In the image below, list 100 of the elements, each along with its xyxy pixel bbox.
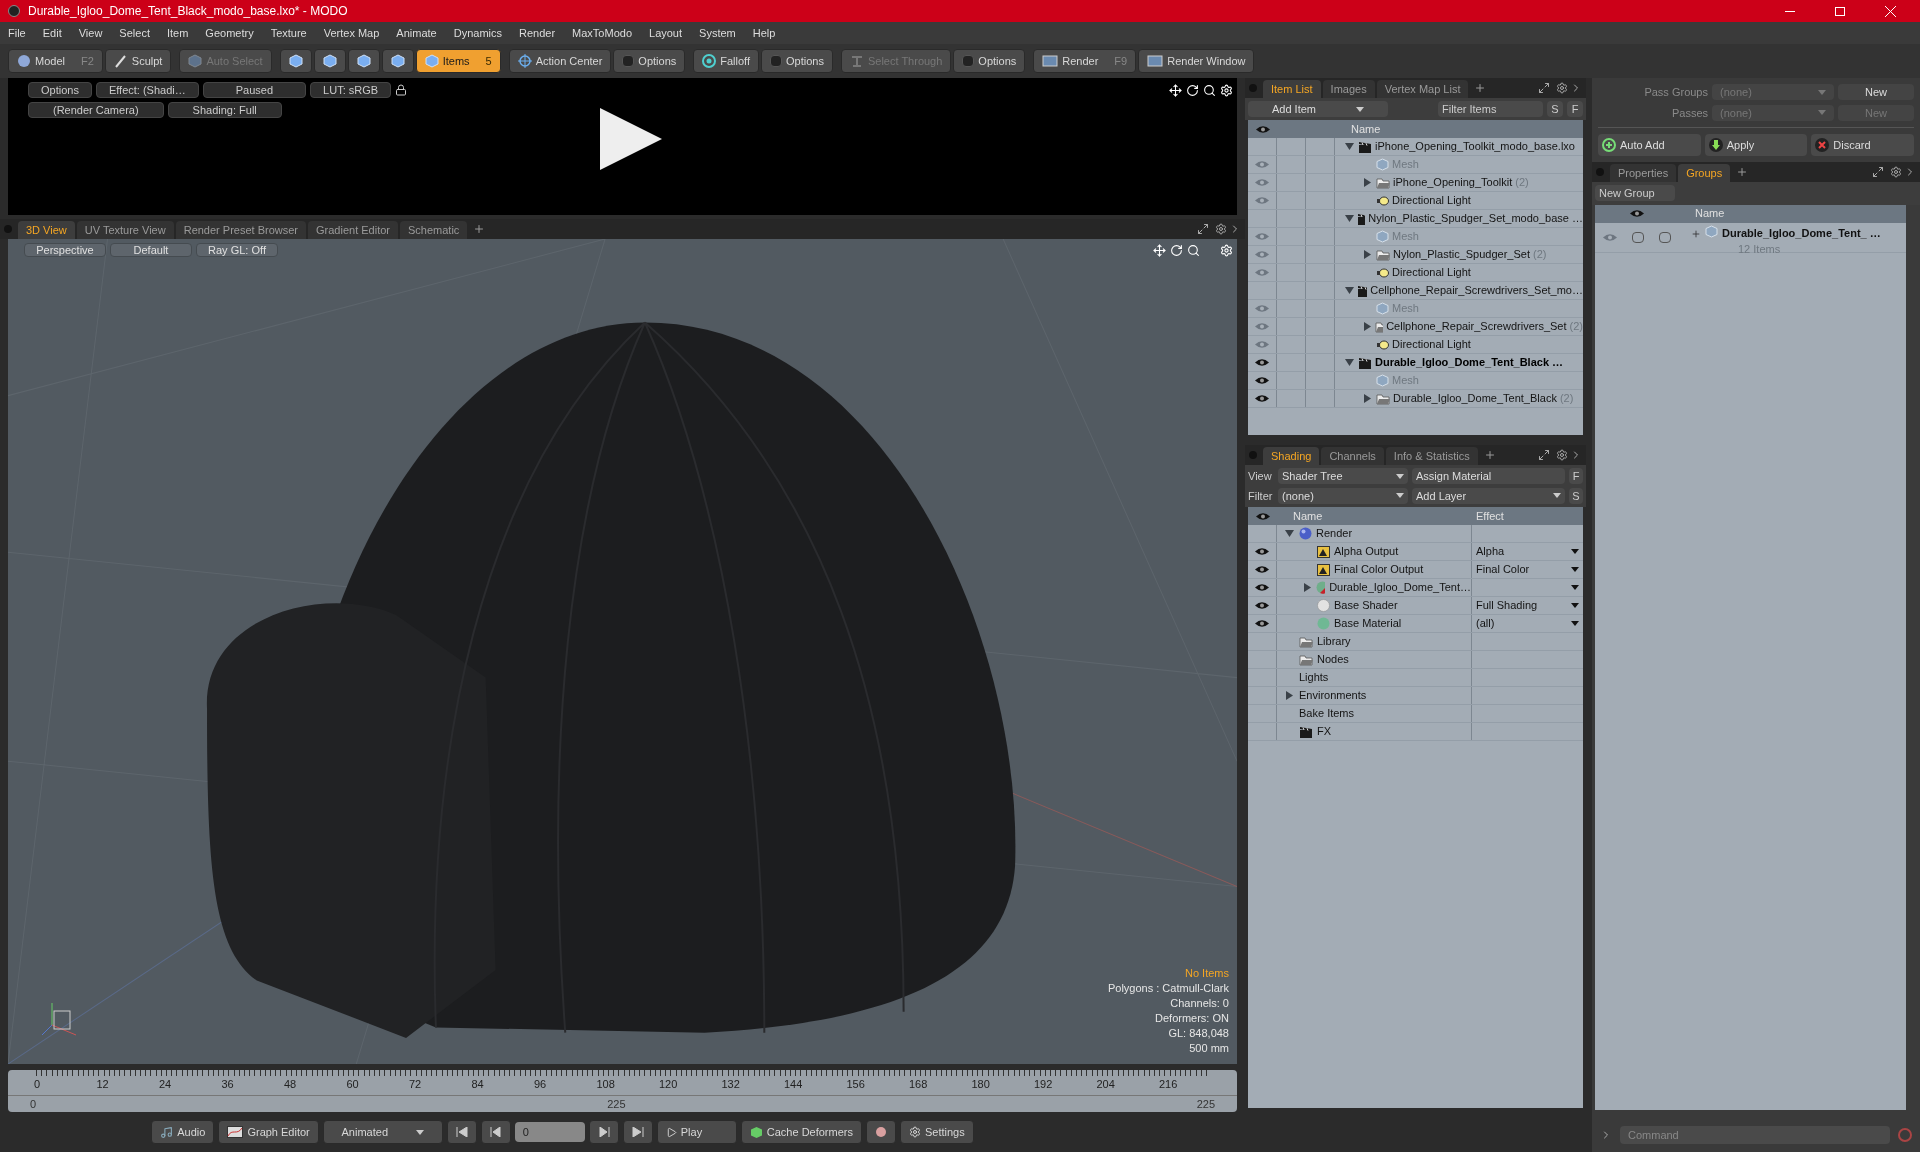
play-button[interactable]: Play <box>656 1120 737 1144</box>
layer-name[interactable]: Nodes <box>1317 651 1349 668</box>
new-button[interactable]: New <box>1838 84 1914 101</box>
eye-icon[interactable] <box>1255 565 1269 574</box>
add-tab-icon[interactable] <box>473 223 486 235</box>
eye-icon[interactable] <box>1255 547 1269 556</box>
skip-start-button[interactable] <box>446 1120 477 1144</box>
collapse-triangle-icon[interactable] <box>1345 358 1354 367</box>
item-name[interactable]: Nylon_Plastic_Spudger_Set_modo_base … <box>1368 210 1583 227</box>
add-tab-icon[interactable] <box>1736 166 1749 178</box>
column-header[interactable]: Name <box>1335 120 1381 138</box>
menu-item[interactable]: View <box>78 24 103 42</box>
group-name[interactable]: Durable_Igloo_Dome_Tent_ … <box>1722 224 1881 241</box>
menu-item[interactable]: Help <box>752 24 776 42</box>
toolbar-button[interactable]: Options <box>953 49 1026 73</box>
menu-item[interactable]: Geometry <box>205 24 254 42</box>
view-dropdown[interactable]: Shader Tree <box>1278 468 1408 485</box>
layer-name[interactable]: Final Color Output <box>1334 561 1424 578</box>
menu-item[interactable]: Vertex Map <box>323 24 380 42</box>
toolbar-button[interactable]: Options <box>613 49 686 73</box>
panel-tab[interactable]: Vertex Map List <box>1376 80 1469 98</box>
dropdown-arrow-icon[interactable] <box>1571 549 1579 554</box>
preview-button[interactable]: LUT: sRGB <box>310 82 392 98</box>
collapse-triangle-icon[interactable] <box>1285 529 1294 538</box>
expand-triangle-icon[interactable] <box>1363 394 1372 403</box>
filter-field[interactable]: Filter Items <box>1438 101 1543 117</box>
toolbar-button[interactable]: Items 5 <box>415 49 501 73</box>
toolbar-button[interactable]: Falloff <box>693 49 760 73</box>
eye-icon[interactable] <box>1255 358 1269 367</box>
maximize-icon[interactable] <box>1872 166 1884 178</box>
toolbar-button[interactable] <box>313 49 346 73</box>
viewport-button[interactable]: Default <box>110 243 192 257</box>
search-icon[interactable] <box>1187 243 1200 257</box>
layer-name[interactable]: Durable_Igloo_Dome_Tent… <box>1329 579 1471 596</box>
dropdown-arrow-icon[interactable] <box>1571 621 1579 626</box>
column-header[interactable]: Effect <box>1472 507 1504 525</box>
restore-icon[interactable] <box>1835 6 1845 16</box>
lock-icon[interactable] <box>395 84 408 96</box>
panel-tab[interactable]: Item List <box>1263 80 1321 98</box>
layer-name[interactable]: Bake Items <box>1299 705 1355 722</box>
checkbox[interactable] <box>1659 231 1672 243</box>
layer-name[interactable]: Library <box>1317 633 1351 650</box>
eye-icon[interactable] <box>1255 619 1269 628</box>
toggle-button[interactable]: F <box>1569 468 1583 485</box>
menu-item[interactable]: System <box>699 24 736 42</box>
panel-tab[interactable]: Channels <box>1321 447 1384 465</box>
cache-deformers-button[interactable]: Cache Deformers <box>740 1120 862 1144</box>
eye-icon[interactable] <box>1255 394 1269 403</box>
minimize-icon[interactable] <box>1785 10 1795 12</box>
panel-tab[interactable]: UV Texture View <box>76 221 174 239</box>
panel-tab[interactable]: Properties <box>1610 164 1677 182</box>
eye-icon[interactable] <box>1255 601 1269 610</box>
filter-toggle[interactable]: S <box>1547 101 1563 117</box>
menu-item[interactable]: Texture <box>270 24 307 42</box>
frame-field[interactable]: 0 <box>514 1122 585 1142</box>
menu-item[interactable]: Dynamics <box>453 24 502 42</box>
panel-tab[interactable]: Render Preset Browser <box>175 221 306 239</box>
expand-icon[interactable] <box>1691 228 1701 239</box>
maximize-icon[interactable] <box>1197 223 1209 235</box>
settings-button[interactable]: Settings <box>900 1120 974 1144</box>
menu-item[interactable]: Item <box>166 24 189 42</box>
expand-triangle-icon[interactable] <box>1363 250 1372 259</box>
menu-item[interactable]: Animate <box>396 24 437 42</box>
preview-button[interactable]: Paused <box>202 82 307 98</box>
dropdown-arrow-icon[interactable] <box>1571 567 1579 572</box>
preview-button[interactable]: Shading: Full <box>167 102 282 118</box>
menu-item[interactable]: Edit <box>42 24 62 42</box>
panel-tab[interactable]: Schematic <box>400 221 468 239</box>
eye-icon[interactable] <box>1255 376 1269 385</box>
expand-triangle-icon[interactable] <box>1285 691 1294 700</box>
timeline[interactable]: 0 12 24 36 48 60 72 84 96 108 120 132 144 156 168 180 192 204 216 0 225 225 <box>8 1070 1237 1112</box>
maximize-icon[interactable] <box>1538 449 1550 461</box>
close-icon[interactable] <box>1885 5 1896 17</box>
layer-name[interactable]: Alpha Output <box>1334 543 1399 560</box>
toolbar-button[interactable] <box>279 49 312 73</box>
item-name[interactable]: iPhone_Opening_Toolkit <box>1393 174 1513 191</box>
item-name[interactable]: Nylon_Plastic_Spudger_Set <box>1393 246 1530 263</box>
menu-item[interactable]: Render <box>519 24 556 42</box>
graph-editor-button[interactable]: Graph Editor <box>218 1120 319 1144</box>
layer-name[interactable]: Base Shader <box>1334 597 1398 614</box>
column-header[interactable]: Name <box>1277 507 1472 525</box>
viewport-button[interactable]: Perspective <box>24 243 106 257</box>
step-forward-button[interactable] <box>588 1120 619 1144</box>
panel-tab[interactable]: Groups <box>1678 164 1731 182</box>
layer-name[interactable]: Environments <box>1299 687 1367 704</box>
rotate-icon[interactable] <box>1186 83 1199 97</box>
checkbox[interactable] <box>1632 231 1644 243</box>
preview-button[interactable]: Options <box>28 82 92 98</box>
eye-icon[interactable] <box>1630 209 1644 218</box>
collapse-triangle-icon[interactable] <box>1345 142 1354 151</box>
layer-name[interactable]: Lights <box>1299 669 1329 686</box>
preview-button[interactable]: Effect: (Shadi… <box>95 82 199 98</box>
menu-item[interactable]: Layout <box>649 24 683 42</box>
toolbar-button[interactable]: Render F9 <box>1033 49 1137 73</box>
maximize-icon[interactable] <box>1538 82 1550 94</box>
toolbar-button[interactable]: Render Window <box>1138 49 1255 73</box>
layer-name[interactable]: Render <box>1316 525 1353 542</box>
toolbar-button[interactable] <box>347 49 380 73</box>
collapse-triangle-icon[interactable] <box>1345 286 1354 295</box>
search-icon[interactable] <box>1203 83 1216 97</box>
